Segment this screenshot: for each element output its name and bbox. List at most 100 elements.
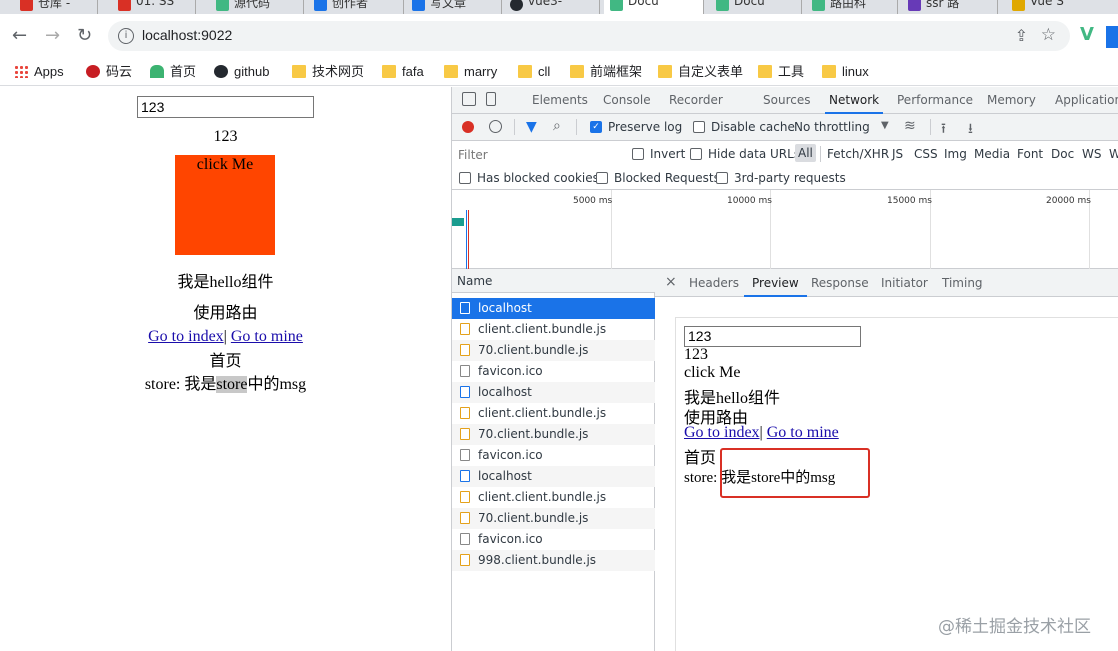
bookmark-star-icon[interactable]: ☆ (1041, 25, 1056, 45)
click-me-button[interactable]: click Me (175, 155, 275, 255)
bookmark-gitee[interactable]: 码云 (86, 62, 132, 82)
request-row[interactable]: client.client.bundle.js (452, 487, 655, 508)
browser-tab[interactable]: 创作者 (308, 0, 404, 14)
browser-tab[interactable]: Vue S (1006, 0, 1118, 14)
filter-type-wasm[interactable]: W (1109, 147, 1118, 161)
request-row[interactable]: client.client.bundle.js (452, 319, 655, 340)
filter-type-js[interactable]: JS (892, 147, 903, 161)
request-row[interactable]: localhost (452, 466, 655, 487)
tab-response[interactable]: Response (811, 276, 869, 290)
extension-badge-icon[interactable] (1106, 26, 1118, 48)
request-row[interactable]: 70.client.bundle.js (452, 424, 655, 445)
filter-type-media[interactable]: Media (974, 147, 1010, 161)
browser-tab[interactable]: ssr 路 (902, 0, 998, 14)
bookmark-home[interactable]: 首页 (150, 62, 196, 82)
request-row[interactable]: 70.client.bundle.js (452, 508, 655, 529)
inspect-element-icon[interactable] (462, 92, 476, 106)
clear-icon[interactable] (489, 120, 502, 133)
bookmark-folder[interactable]: 工具 (758, 62, 804, 82)
filter-funnel-icon[interactable]: ▼ (526, 119, 537, 135)
bookmark-folder[interactable]: linux (822, 62, 869, 82)
reload-icon[interactable]: ↻ (77, 24, 92, 48)
request-row[interactable]: 70.client.bundle.js (452, 340, 655, 361)
tab-preview[interactable]: Preview (744, 276, 807, 297)
go-to-mine-link[interactable]: Go to mine (231, 328, 303, 345)
bookmark-apps[interactable]: Apps (14, 62, 64, 82)
tab-initiator[interactable]: Initiator (881, 276, 928, 290)
filter-type-all[interactable]: All (795, 144, 816, 162)
browser-tab[interactable]: 仓库 - (14, 0, 98, 14)
forward-arrow-icon[interactable]: → (45, 24, 60, 48)
tab-headers[interactable]: Headers (689, 276, 739, 290)
address-bar[interactable]: i localhost:9022 ⇪ ☆ (108, 21, 1070, 51)
blocked-cookies-checkbox[interactable] (459, 172, 471, 184)
bookmark-folder[interactable]: 前端框架 (570, 62, 642, 82)
bookmark-folder[interactable]: marry (444, 62, 497, 82)
site-info-icon[interactable]: i (118, 28, 134, 44)
browser-tab-active[interactable]: Docu (604, 0, 704, 14)
filter-type-doc[interactable]: Doc (1051, 147, 1074, 161)
tab-network[interactable]: Network (824, 93, 884, 114)
bookmark-folder[interactable]: 技术网页 (292, 62, 364, 82)
address-url[interactable]: localhost:9022 (142, 27, 232, 43)
browser-tab[interactable]: 源代码 (210, 0, 304, 14)
export-har-icon[interactable]: ⭳ (968, 118, 973, 142)
device-toolbar-icon[interactable] (486, 92, 496, 106)
bookmark-folder[interactable]: fafa (382, 62, 424, 82)
browser-tab[interactable]: vue3- (504, 0, 600, 14)
preserve-log-checkbox[interactable]: ✓ (590, 121, 602, 133)
disable-cache-checkbox[interactable] (693, 121, 705, 133)
request-row[interactable]: favicon.ico (452, 445, 655, 466)
chevron-down-icon[interactable]: ▼ (881, 120, 889, 131)
import-har-icon[interactable]: ⭱ (941, 118, 946, 142)
search-icon[interactable]: ⌕ (553, 118, 561, 134)
vue-devtools-extension-icon[interactable]: V (1080, 24, 1094, 45)
record-icon[interactable] (462, 121, 474, 133)
request-row[interactable]: localhost (452, 382, 655, 403)
browser-tab[interactable]: 路由科 (806, 0, 898, 14)
filter-type-css[interactable]: CSS (914, 147, 938, 161)
filter-type-font[interactable]: Font (1017, 147, 1043, 161)
hide-data-urls-checkbox[interactable] (690, 148, 702, 160)
request-row[interactable]: favicon.ico (452, 529, 655, 550)
request-row[interactable]: favicon.ico (452, 361, 655, 382)
request-row[interactable]: client.client.bundle.js (452, 403, 655, 424)
third-party-checkbox[interactable] (716, 172, 728, 184)
bookmark-folder[interactable]: 自定义表单 (658, 62, 743, 82)
filter-input[interactable]: Filter (458, 148, 618, 164)
tab-timing[interactable]: Timing (942, 276, 983, 290)
back-arrow-icon[interactable]: ← (12, 24, 27, 48)
bookmark-github[interactable]: github (214, 62, 269, 82)
vue-favicon-icon (216, 0, 229, 11)
invert-checkbox[interactable] (632, 148, 644, 160)
filter-type-ws[interactable]: WS (1082, 147, 1101, 161)
name-column-header[interactable]: Name (452, 269, 655, 293)
browser-tab[interactable]: 01. SS (112, 0, 196, 14)
tab-elements[interactable]: Elements (532, 93, 588, 107)
request-row[interactable]: 998.client.bundle.js (452, 550, 655, 571)
go-to-index-link[interactable]: Go to index (148, 328, 224, 345)
filter-type-fetch[interactable]: Fetch/XHR (827, 147, 889, 161)
tab-sources[interactable]: Sources (763, 93, 810, 107)
tab-performance[interactable]: Performance (897, 93, 973, 107)
script-file-icon (460, 428, 470, 440)
share-icon[interactable]: ⇪ (1015, 26, 1028, 45)
filter-type-img[interactable]: Img (944, 147, 967, 161)
throttling-select[interactable]: No throttling (794, 120, 870, 134)
request-row[interactable]: localhost (452, 298, 655, 319)
browser-tab[interactable]: Docu (710, 0, 802, 14)
tab-memory[interactable]: Memory (987, 93, 1036, 107)
close-icon[interactable]: × (665, 274, 677, 290)
document-file-icon (460, 302, 470, 314)
network-conditions-icon[interactable]: ≋ (904, 118, 916, 134)
link-separator: | (759, 424, 763, 441)
bookmark-folder[interactable]: cll (518, 62, 550, 82)
tab-recorder[interactable]: Recorder (669, 93, 723, 107)
page-viewport: 123 123 click Me 我是hello组件 使用路由 Go to in… (0, 87, 451, 651)
browser-tab[interactable]: 写文章 (406, 0, 502, 14)
tab-application[interactable]: Application (1055, 93, 1118, 107)
blocked-requests-checkbox[interactable] (596, 172, 608, 184)
network-overview-timeline[interactable]: 5000 ms 10000 ms 15000 ms 20000 ms (452, 190, 1118, 269)
text-input[interactable]: 123 (137, 96, 314, 118)
tab-console[interactable]: Console (603, 93, 651, 107)
